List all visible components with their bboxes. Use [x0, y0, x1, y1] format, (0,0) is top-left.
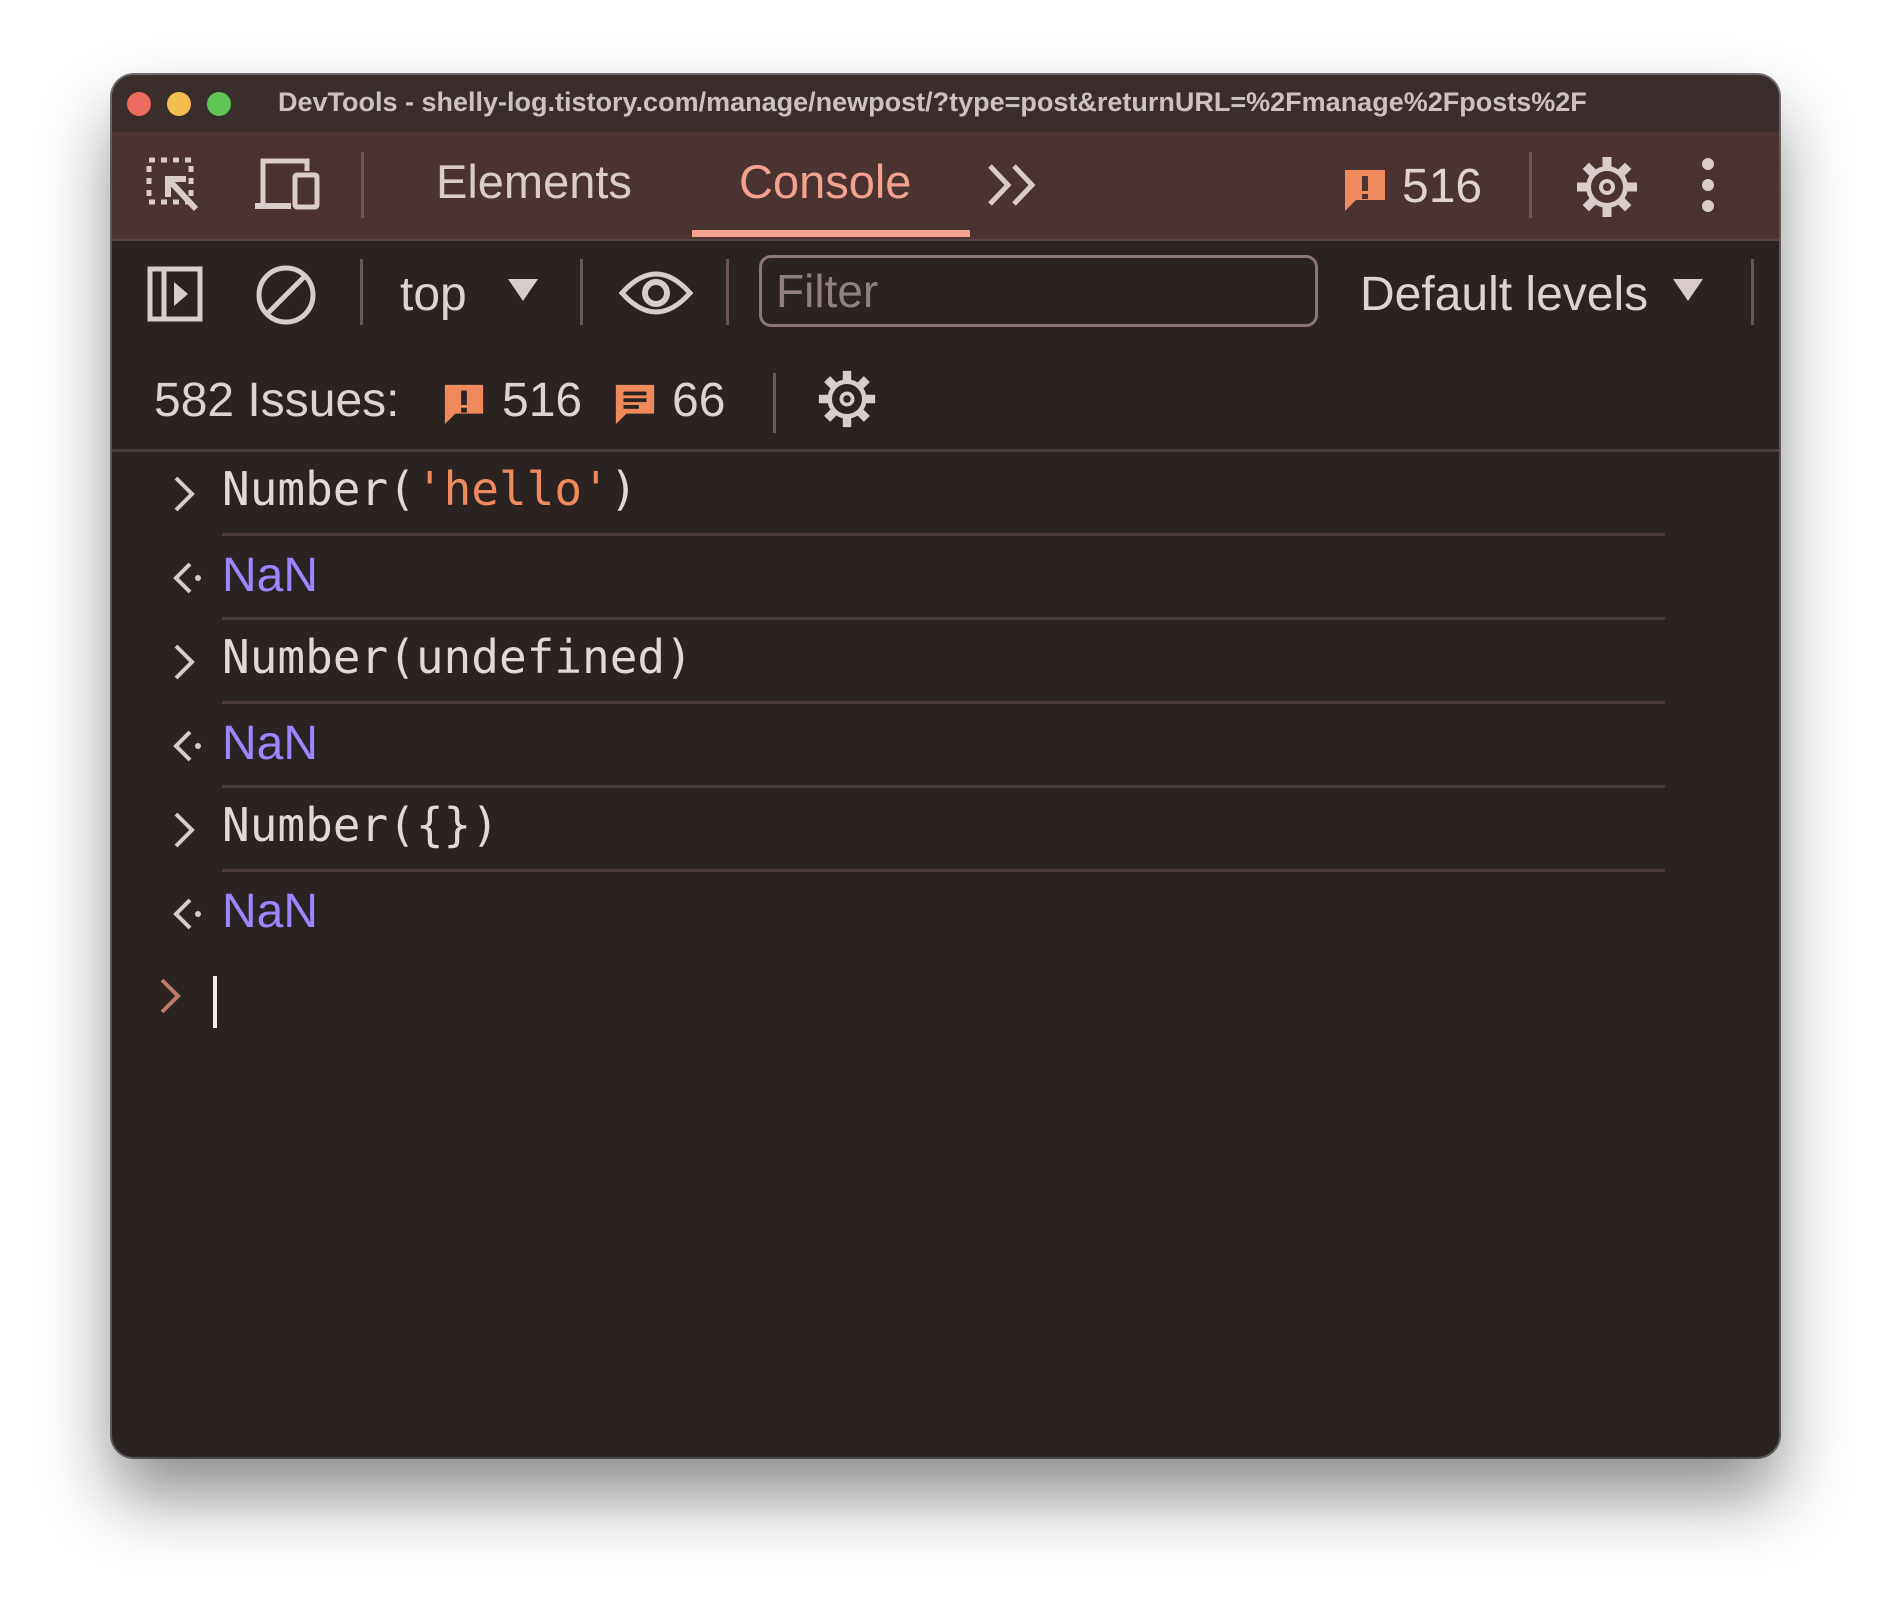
console-input-code: Number(undefined)	[222, 630, 693, 684]
kebab-menu-icon[interactable]	[1701, 158, 1715, 212]
string-literal: 'hello'	[415, 462, 610, 516]
console-output-row[interactable]: NaN	[112, 536, 1779, 620]
clear-console-icon[interactable]	[255, 264, 317, 326]
context-selector[interactable]: top	[400, 267, 467, 322]
eye-icon[interactable]	[619, 269, 693, 317]
console-output-row[interactable]: NaN	[112, 872, 1779, 956]
title-bar: DevTools - shelly-log.tistory.com/manage…	[112, 75, 1779, 132]
console-output-row[interactable]: NaN	[112, 704, 1779, 788]
log-levels-dropdown[interactable]: Default levels	[1360, 267, 1648, 322]
context-dropdown-icon[interactable]	[508, 279, 538, 301]
minimize-window-button[interactable]	[167, 92, 191, 116]
tab-console[interactable]: Console	[739, 154, 911, 209]
toolbar-separator	[726, 259, 729, 325]
message-icon[interactable]	[613, 382, 657, 426]
console-prompt[interactable]	[112, 958, 1779, 1048]
warning-issue-count[interactable]: 516	[502, 373, 582, 428]
gear-icon[interactable]	[817, 369, 877, 429]
inspect-element-icon[interactable]	[146, 157, 200, 213]
window-title: DevTools - shelly-log.tistory.com/manage…	[278, 87, 1587, 117]
zoom-window-button[interactable]	[207, 92, 231, 116]
levels-dropdown-icon[interactable]	[1673, 279, 1703, 301]
issue-count-badge[interactable]: 516	[1402, 159, 1482, 214]
message-issue-count[interactable]: 66	[672, 373, 725, 428]
chevron-right-icon	[174, 812, 195, 848]
console-toolbar: top Default levels	[112, 241, 1779, 345]
console-input-code: Number('hello')	[222, 462, 638, 516]
tabbar-separator	[361, 152, 364, 218]
chevron-right-icon	[174, 644, 195, 680]
issues-label: 582 Issues:	[154, 374, 400, 427]
main-tab-bar: Elements Console 516	[112, 132, 1779, 241]
chevron-right-icon	[174, 476, 195, 512]
toolbar-separator	[360, 259, 363, 325]
result-arrow-icon	[173, 898, 201, 930]
devtools-window: DevTools - shelly-log.tistory.com/manage…	[112, 75, 1779, 1457]
sidebar-toggle-icon[interactable]	[147, 266, 203, 322]
chevron-double-right-icon[interactable]	[986, 162, 1040, 208]
gear-icon[interactable]	[1575, 155, 1639, 219]
console-output-value: NaN	[222, 717, 319, 770]
prompt-chevron-icon	[160, 978, 181, 1014]
result-arrow-icon	[173, 562, 201, 594]
console-input-row[interactable]: Number({})	[112, 788, 1779, 872]
console-output-value: NaN	[222, 885, 319, 938]
toolbar-separator	[1751, 259, 1754, 325]
filter-input[interactable]	[759, 255, 1318, 327]
close-window-button[interactable]	[127, 92, 151, 116]
device-toolbar-icon[interactable]	[255, 157, 321, 211]
active-tab-indicator	[692, 230, 970, 237]
console-input-row[interactable]: Number('hello')	[112, 452, 1779, 536]
console-output-value: NaN	[222, 549, 319, 602]
warning-badge-icon[interactable]	[1342, 167, 1388, 213]
console-input-code: Number({})	[222, 798, 499, 852]
issues-separator	[773, 373, 776, 433]
text-cursor	[213, 976, 217, 1028]
toolbar-separator	[580, 259, 583, 325]
result-arrow-icon	[173, 730, 201, 762]
console-input-row[interactable]: Number(undefined)	[112, 620, 1779, 704]
issues-bar: 582 Issues: 516 66	[112, 345, 1779, 452]
tabbar-separator	[1529, 152, 1532, 218]
warning-badge-icon[interactable]	[442, 382, 486, 426]
tab-elements[interactable]: Elements	[436, 154, 632, 209]
